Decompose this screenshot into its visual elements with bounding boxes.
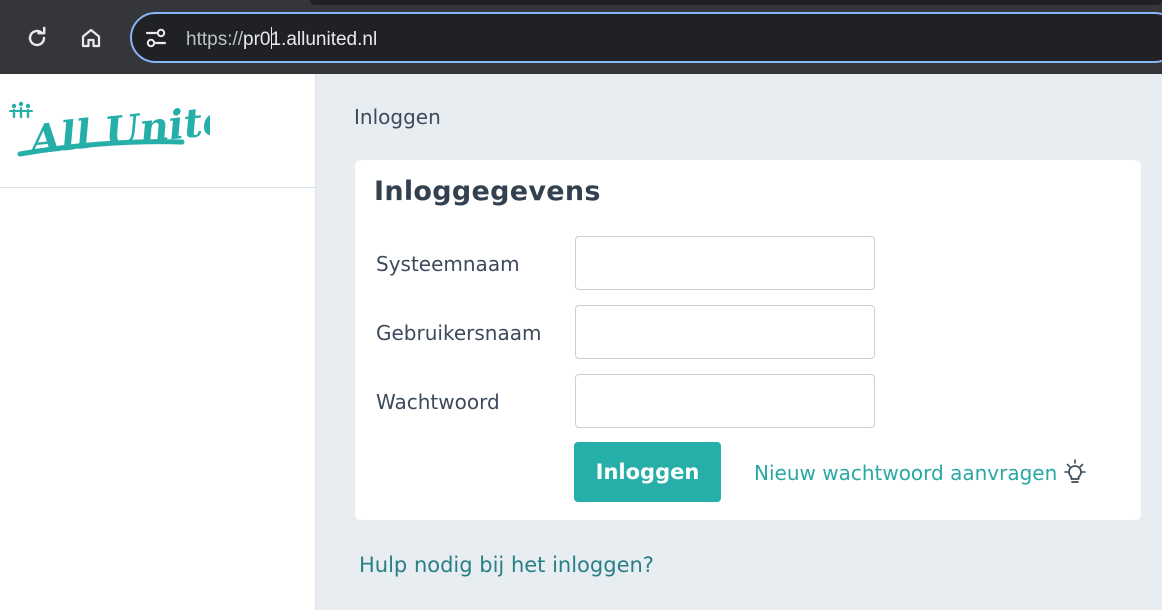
url-text[interactable]: https://pr01.allunited.nl — [186, 27, 377, 51]
login-card: Inloggegevens Systeemnaam Gebruikersnaam… — [355, 160, 1141, 520]
site-settings-icon[interactable] — [144, 27, 168, 49]
page-breadcrumb: Inloggen — [354, 105, 441, 129]
password-input[interactable] — [575, 374, 875, 428]
login-card-title: Inloggegevens — [374, 176, 601, 207]
system-name-label: Systeemnaam — [376, 252, 520, 276]
reload-icon — [28, 26, 46, 47]
address-bar[interactable]: https://pr01.allunited.nl — [130, 12, 1162, 63]
home-icon — [81, 28, 101, 48]
system-name-input[interactable] — [575, 236, 875, 290]
login-help-link[interactable]: Hulp nodig bij het inloggen? — [359, 553, 654, 577]
logo-area: All United — [0, 74, 316, 188]
url-scheme: https:// — [186, 29, 244, 50]
password-label: Wachtwoord — [376, 390, 500, 414]
url-host-start: pr0 — [243, 29, 271, 50]
lightbulb-icon — [1064, 459, 1087, 483]
reset-password-label: Nieuw wachtwoord aanvragen — [754, 461, 1058, 485]
all-united-logo[interactable]: All United — [6, 96, 210, 162]
tab-strip-edge — [310, 0, 1162, 5]
browser-toolbar: https://pr01.allunited.nl — [0, 0, 1162, 74]
username-label: Gebruikersnaam — [376, 321, 542, 345]
reset-password-link[interactable]: Nieuw wachtwoord aanvragen — [754, 459, 1087, 487]
url-host-end: 1.allunited.nl — [270, 29, 378, 50]
reload-button[interactable] — [23, 24, 51, 52]
login-button[interactable]: Inloggen — [574, 442, 721, 502]
home-button[interactable] — [77, 24, 105, 52]
sidebar: All United — [0, 74, 316, 610]
logo-text: All United — [24, 96, 210, 162]
username-input[interactable] — [575, 305, 875, 359]
